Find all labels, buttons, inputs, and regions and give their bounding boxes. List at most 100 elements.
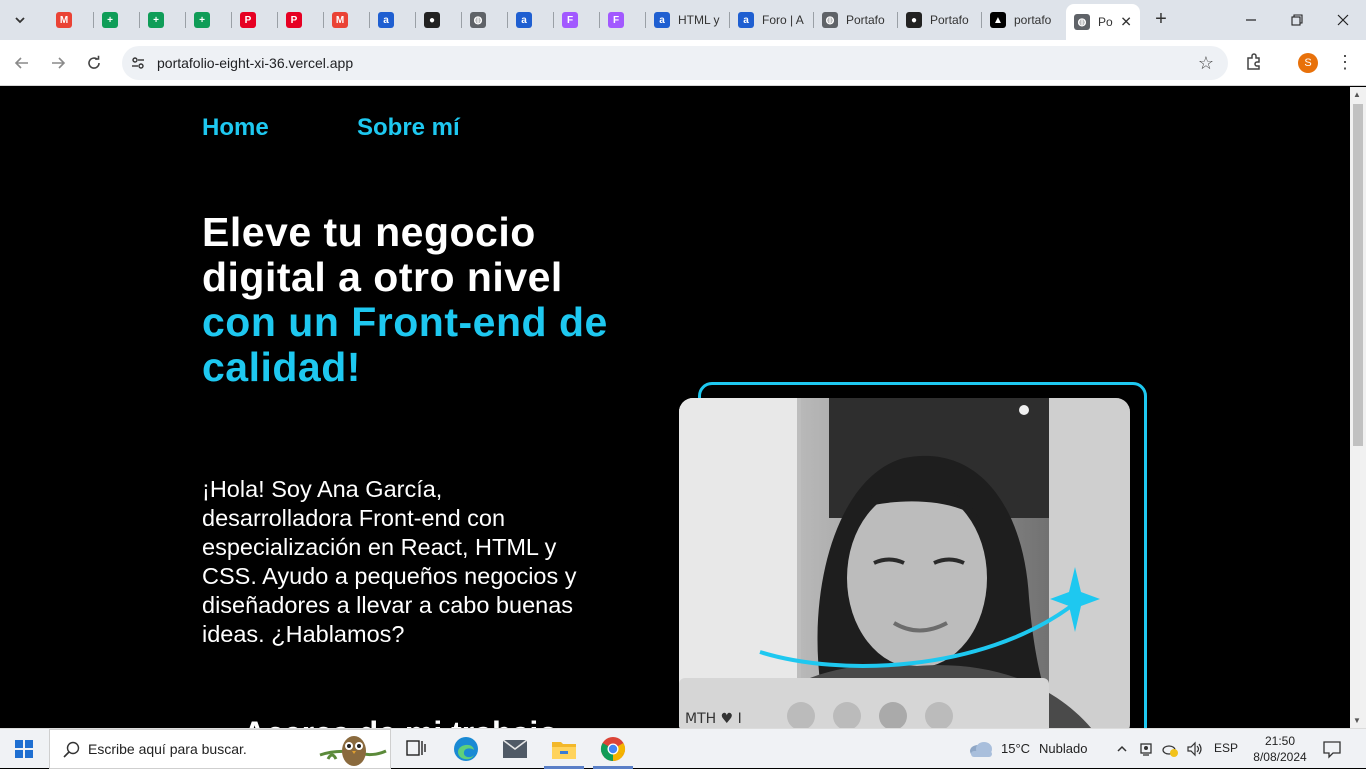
- chevron-up-icon[interactable]: [1113, 740, 1131, 758]
- browser-tab[interactable]: F: [554, 6, 598, 34]
- alura-icon: a: [378, 12, 394, 28]
- reload-icon: [88, 55, 100, 69]
- start-button[interactable]: [0, 729, 48, 769]
- page-scrollbar[interactable]: ▲ ▼: [1350, 87, 1366, 728]
- close-tab-icon[interactable]: ✕: [1120, 14, 1132, 31]
- nav-home-link[interactable]: Home: [202, 114, 269, 142]
- chevron-down-icon: [15, 17, 25, 24]
- profile-avatar[interactable]: S: [1298, 53, 1318, 73]
- hero-intro-text: ¡Hola! Soy Ana García, desarrolladora Fr…: [202, 476, 577, 647]
- browser-menu-icon[interactable]: ⋮: [1336, 51, 1354, 75]
- onedrive-sync-icon[interactable]: [1161, 740, 1179, 758]
- volume-icon[interactable]: [1186, 740, 1204, 758]
- scroll-down-arrow-icon[interactable]: ▼: [1353, 716, 1361, 725]
- browser-tab[interactable]: a Foro | A: [730, 6, 812, 34]
- tab-title: portafo: [1014, 13, 1052, 27]
- pinterest-icon: P: [286, 12, 302, 28]
- new-tab-button[interactable]: +: [1150, 9, 1172, 31]
- task-view-icon: [406, 740, 426, 756]
- hero-title-white: Eleve tu negocio digital a otro nivel: [202, 209, 563, 300]
- browser-tab[interactable]: a HTML y: [646, 6, 728, 34]
- chrome-taskbar-app[interactable]: [589, 729, 637, 769]
- weather-condition[interactable]: Nublado: [1039, 741, 1087, 756]
- hero-title-accent: con un Front-end de calidad!: [202, 299, 608, 390]
- back-button[interactable]: [10, 51, 34, 75]
- url-text[interactable]: portafolio-eight-xi-36.vercel.app: [157, 55, 353, 71]
- hero-title: Eleve tu negocio digital a otro nivel co…: [202, 210, 622, 390]
- search-highlight-owl-icon[interactable]: [318, 729, 388, 769]
- github-icon: ●: [424, 12, 440, 28]
- sheets-icon: +: [194, 12, 210, 28]
- browser-tab[interactable]: ▲ portafo: [982, 6, 1064, 34]
- figma-icon: F: [562, 12, 578, 28]
- browser-tab[interactable]: ●: [416, 6, 460, 34]
- scroll-up-arrow-icon[interactable]: ▲: [1353, 90, 1361, 99]
- site-info-icon[interactable]: [130, 55, 146, 71]
- clock[interactable]: 21:50 8/08/2024: [1252, 733, 1308, 765]
- gmail-icon: M: [332, 12, 348, 28]
- browser-tab[interactable]: ● Portafo: [898, 6, 980, 34]
- tab-search-button[interactable]: [8, 8, 32, 32]
- browser-tab-active[interactable]: ◍ Po ✕: [1066, 4, 1140, 40]
- tab-title: HTML y: [678, 13, 720, 27]
- mail-icon: [503, 740, 527, 758]
- sparkle-icon: [1050, 567, 1100, 632]
- minimize-button[interactable]: [1228, 6, 1274, 34]
- bookmark-star-icon[interactable]: ☆: [1198, 53, 1214, 74]
- tab-title: Portafo: [846, 13, 885, 27]
- search-icon: [63, 741, 80, 758]
- browser-tab[interactable]: +: [186, 6, 230, 34]
- tab-title: Foro | A: [762, 13, 804, 27]
- restore-button[interactable]: [1274, 6, 1320, 34]
- weather-temperature[interactable]: 15°C: [1001, 741, 1030, 756]
- browser-tab[interactable]: M: [48, 6, 92, 34]
- arrow-left-icon: [14, 57, 28, 69]
- alura-icon: a: [654, 12, 670, 28]
- github-icon: ●: [906, 12, 922, 28]
- taskbar-search-placeholder: Escribe aquí para buscar.: [88, 741, 247, 757]
- close-window-button[interactable]: [1320, 6, 1366, 34]
- clock-date: 8/08/2024: [1253, 750, 1307, 764]
- browser-tab[interactable]: a: [370, 6, 414, 34]
- browser-tab[interactable]: P: [232, 6, 276, 34]
- browser-tab[interactable]: M: [324, 6, 368, 34]
- globe-icon: ◍: [1074, 14, 1090, 30]
- cloud-weather-icon[interactable]: [968, 738, 994, 760]
- browser-tab[interactable]: a: [508, 6, 552, 34]
- browser-tab[interactable]: ◍ Portafo: [814, 6, 896, 34]
- clock-time: 21:50: [1264, 734, 1296, 748]
- figma-icon: F: [608, 12, 624, 28]
- tab-title: Portafo: [930, 13, 969, 27]
- scrollbar-thumb[interactable]: [1353, 104, 1363, 446]
- browser-tab[interactable]: +: [140, 6, 184, 34]
- browser-tab[interactable]: +: [94, 6, 138, 34]
- task-view-button[interactable]: [392, 729, 440, 769]
- notification-center-icon[interactable]: [1322, 739, 1342, 759]
- browser-tab[interactable]: ◍: [462, 6, 506, 34]
- windows-logo-icon: [15, 740, 33, 758]
- browser-tab[interactable]: F: [600, 6, 644, 34]
- meet-now-icon[interactable]: [1138, 740, 1156, 758]
- reload-button[interactable]: [82, 51, 106, 75]
- edge-icon: [454, 737, 478, 761]
- sheets-icon: +: [148, 12, 164, 28]
- next-section-heading: Acerca de mi trabajo: [243, 715, 558, 728]
- mail-taskbar-app[interactable]: [491, 729, 539, 769]
- alura-icon: a: [516, 12, 532, 28]
- restore-icon: [1291, 14, 1303, 26]
- browser-tab-strip: M + + + P P Ma ● ◍ a F Fa HTML y a Foro | A ◍ Portafo ● Po…: [0, 0, 1366, 40]
- minimize-icon: [1246, 19, 1256, 21]
- file-explorer-taskbar-app[interactable]: [540, 729, 588, 769]
- edge-taskbar-app[interactable]: [442, 729, 490, 769]
- globe-icon: ◍: [470, 12, 486, 28]
- laptop-sticker: MTH ♥ I: [685, 711, 742, 727]
- alura-icon: a: [738, 12, 754, 28]
- input-language[interactable]: ESP: [1214, 741, 1238, 755]
- nav-about-link[interactable]: Sobre mí: [357, 114, 460, 142]
- globe-icon: ◍: [822, 12, 838, 28]
- web-page: Home Sobre mí Eleve tu negocio digital a…: [0, 87, 1350, 728]
- extensions-icon[interactable]: [1244, 52, 1264, 72]
- forward-button[interactable]: [46, 51, 70, 75]
- address-bar[interactable]: portafolio-eight-xi-36.vercel.app ☆: [122, 46, 1228, 80]
- browser-tab[interactable]: P: [278, 6, 322, 34]
